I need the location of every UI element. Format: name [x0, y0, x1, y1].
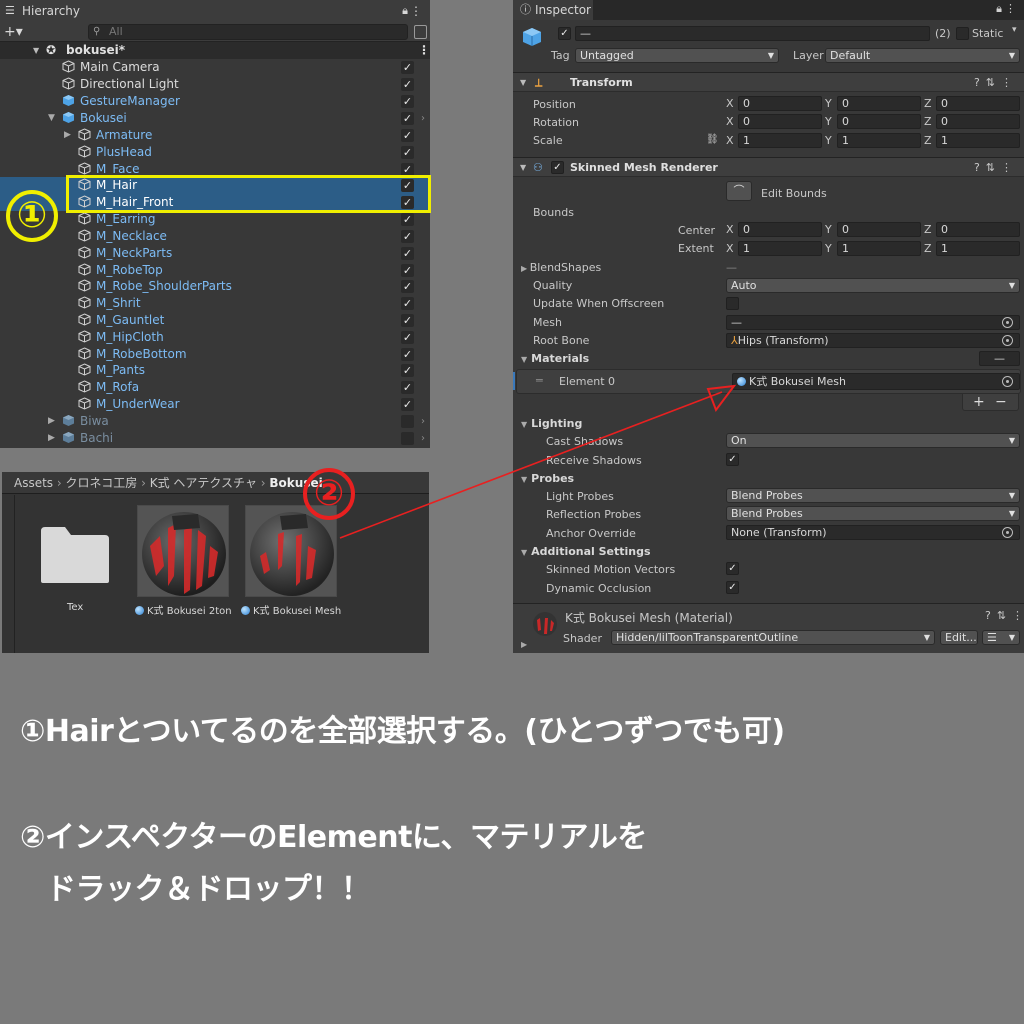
- drag-arrow: [339, 384, 737, 539]
- instruction-line-1: ①Hairとついてるのを全部選択する。(ひとつずつでも可): [20, 714, 785, 749]
- arrow-head: [706, 384, 737, 413]
- arrow-line: [339, 391, 723, 539]
- instruction-line-3: ドラック＆ドロップ！！: [46, 872, 371, 907]
- instruction-line-2: ②インスペクターのElementに、マテリアルを: [20, 820, 647, 855]
